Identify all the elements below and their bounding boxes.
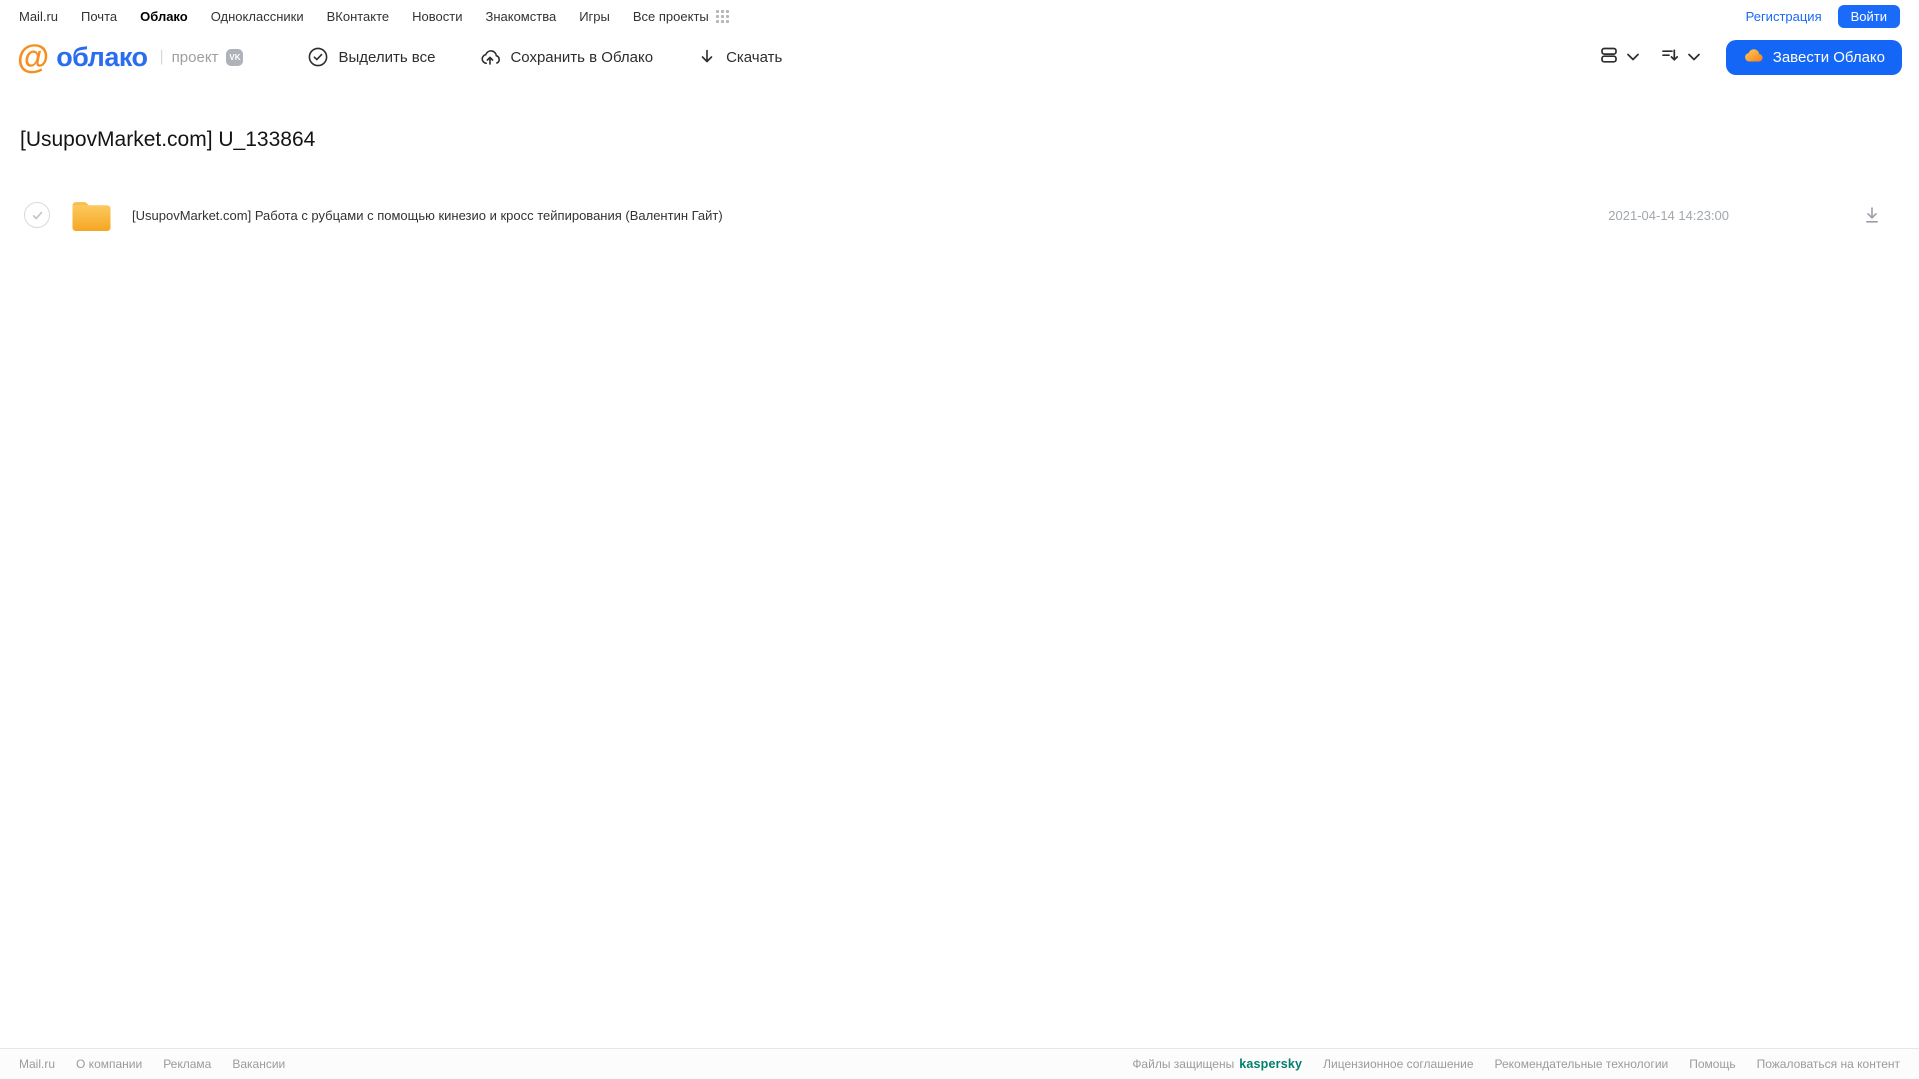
portal-link-all-projects[interactable]: Все проекты xyxy=(633,9,729,24)
portal-link-games[interactable]: Игры xyxy=(579,9,610,24)
apps-grid-icon xyxy=(715,10,729,23)
portal-link-dating[interactable]: Знакомства xyxy=(485,9,556,24)
footer-link-license[interactable]: Лицензионное соглашение xyxy=(1323,1057,1473,1071)
footer: Mail.ru О компании Реклама Вакансии Файл… xyxy=(0,1048,1919,1079)
footer-link-mailru[interactable]: Mail.ru xyxy=(19,1057,55,1071)
sort-icon xyxy=(1659,44,1681,71)
file-row[interactable]: [UsupovMarket.com] Работа с рубцами с по… xyxy=(0,195,1919,235)
download-button[interactable]: Скачать xyxy=(697,47,782,67)
save-to-cloud-button[interactable]: Сохранить в Облако xyxy=(479,46,653,68)
file-date: 2021-04-14 14:23:00 xyxy=(1608,207,1729,223)
project-label: проект xyxy=(171,48,219,66)
footer-link-report[interactable]: Пожаловаться на контент xyxy=(1757,1057,1900,1071)
select-all-button[interactable]: Выделить все xyxy=(307,46,435,68)
cloud-logo-text: облако xyxy=(56,41,148,72)
kaspersky-protection: Файлы защищены kaspersky xyxy=(1132,1057,1302,1071)
row-select-checkbox[interactable] xyxy=(24,202,50,228)
protected-by-label: Файлы защищены xyxy=(1132,1057,1235,1071)
footer-right: Файлы защищены kaspersky Лицензионное со… xyxy=(1132,1057,1900,1071)
kaspersky-logo[interactable]: kaspersky xyxy=(1239,1057,1302,1071)
view-mode-icon xyxy=(1598,44,1620,71)
public-folder-content: [UsupovMarket.com] U_133864 [UsupovMarke… xyxy=(0,81,1919,1048)
view-mode-control[interactable] xyxy=(1598,44,1639,71)
file-toolbar: Выделить все Сохранить в Облако Скачать xyxy=(307,46,782,68)
portal-link-odnoklassniki[interactable]: Одноклассники xyxy=(211,9,304,24)
portal-nav-right: Регистрация Войти xyxy=(1746,5,1900,28)
cloud-logo[interactable]: @ облако xyxy=(17,37,148,75)
file-name: [UsupovMarket.com] Работа с рубцами с по… xyxy=(132,207,723,223)
portal-link-mailru[interactable]: Mail.ru xyxy=(19,9,58,24)
check-icon xyxy=(32,211,42,219)
chevron-down-icon xyxy=(1687,48,1700,66)
logo-divider: | xyxy=(159,48,164,65)
folder-icon xyxy=(71,199,112,232)
registration-link[interactable]: Регистрация xyxy=(1746,9,1822,24)
footer-link-recommendations[interactable]: Рекомендательные технологии xyxy=(1495,1057,1669,1071)
cloud-header: @ облако | проект vk Выделить все Со xyxy=(0,33,1919,81)
portal-link-cloud[interactable]: Облако xyxy=(140,9,188,24)
footer-link-about[interactable]: О компании xyxy=(76,1057,142,1071)
header-right-controls: Завести Облако xyxy=(1598,39,1902,75)
sort-control[interactable] xyxy=(1659,44,1700,71)
cloud-upload-icon xyxy=(479,46,501,68)
portal-link-mail[interactable]: Почта xyxy=(81,9,117,24)
page-title: [UsupovMarket.com] U_133864 xyxy=(20,128,316,151)
portal-link-news[interactable]: Новости xyxy=(412,9,462,24)
file-download-icon[interactable] xyxy=(1862,205,1882,225)
login-button[interactable]: Войти xyxy=(1837,5,1900,28)
footer-link-help[interactable]: Помощь xyxy=(1689,1057,1735,1071)
download-label: Скачать xyxy=(726,48,783,66)
footer-link-jobs[interactable]: Вакансии xyxy=(232,1057,285,1071)
mailru-at-icon: @ xyxy=(17,37,50,75)
save-to-cloud-label: Сохранить в Облако xyxy=(510,48,654,66)
check-circle-icon xyxy=(307,46,329,68)
cloud-icon xyxy=(1743,45,1764,70)
portal-link-vkontakte[interactable]: ВКонтакте xyxy=(327,9,390,24)
footer-link-ads[interactable]: Реклама xyxy=(163,1057,211,1071)
create-cloud-label: Завести Облако xyxy=(1772,48,1885,66)
portal-nav: Mail.ru Почта Облако Одноклассники ВКонт… xyxy=(0,0,1919,33)
vk-project-badge: | проект vk xyxy=(160,48,244,66)
create-cloud-button[interactable]: Завести Облако xyxy=(1725,39,1902,75)
download-icon xyxy=(697,47,717,67)
vk-icon: vk xyxy=(226,48,244,66)
all-projects-label: Все проекты xyxy=(632,9,709,24)
chevron-down-icon xyxy=(1626,48,1639,66)
select-all-label: Выделить все xyxy=(338,48,436,66)
